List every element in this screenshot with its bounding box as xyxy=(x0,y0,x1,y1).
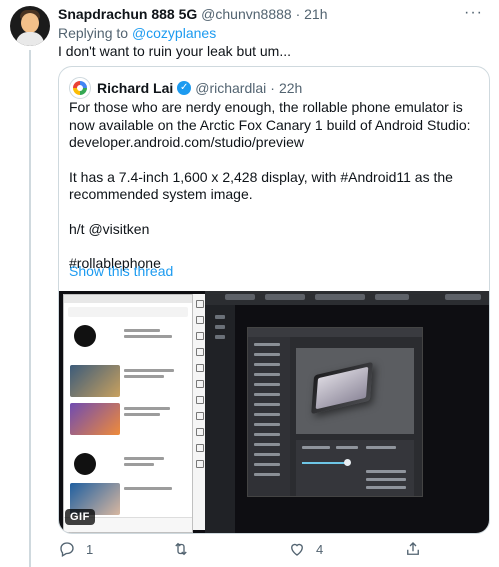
action-bar: 1 4 xyxy=(58,540,488,560)
tweet-text: I don't want to ruin your leak but um... xyxy=(58,43,292,59)
heart-icon xyxy=(291,543,303,556)
quoted-avatar xyxy=(69,77,91,99)
emulator-phone-image xyxy=(63,294,193,533)
reply-button[interactable]: 1 xyxy=(58,540,93,558)
tweet-time[interactable]: 21h xyxy=(304,6,327,22)
reply-mention-link[interactable]: @cozyplanes xyxy=(132,25,216,41)
reply-count: 1 xyxy=(86,541,94,557)
extended-controls-window-image xyxy=(247,327,423,497)
quoted-paragraph: For those who are nerdy enough, the roll… xyxy=(69,99,471,150)
quoted-author-name: Richard Lai xyxy=(97,80,174,96)
share-icon xyxy=(407,542,419,555)
author-handle[interactable]: @chunvn8888 xyxy=(201,6,292,22)
author-name[interactable]: Snapdrachun 888 5G xyxy=(58,6,197,22)
like-count: 4 xyxy=(316,541,324,557)
media-gif[interactable]: GIF xyxy=(59,291,489,533)
replying-to: Replying to @cozyplanes xyxy=(58,25,216,41)
separator: · xyxy=(295,6,301,22)
retweet-icon xyxy=(175,542,187,556)
ide-toolbar-image xyxy=(205,291,489,305)
share-button[interactable] xyxy=(404,540,422,558)
quoted-tweet-header: Richard Lai ✓ @richardlai · 22h xyxy=(69,77,302,99)
tweet-header: Snapdrachun 888 5G @chunvn8888 · 21h xyxy=(58,6,328,22)
retweet-button[interactable] xyxy=(172,540,200,558)
quoted-author-handle: @richardlai xyxy=(195,80,267,96)
verified-badge-icon: ✓ xyxy=(177,81,192,95)
more-options-icon[interactable]: ··· xyxy=(464,4,483,22)
separator: · xyxy=(270,80,275,96)
emulator-controls-image xyxy=(193,294,205,530)
gif-badge: GIF xyxy=(65,509,95,525)
quoted-paragraph: h/t @visitken xyxy=(69,220,150,237)
reply-icon xyxy=(60,542,74,557)
replying-to-label: Replying to xyxy=(58,25,129,41)
like-button[interactable]: 4 xyxy=(288,540,323,558)
quoted-tweet[interactable]: Richard Lai ✓ @richardlai · 22h For thos… xyxy=(58,66,490,534)
quoted-tweet-time: 22h xyxy=(278,80,303,96)
ide-side-panel-image xyxy=(205,305,235,533)
quoted-tweet-body: For those who are nerdy enough, the roll… xyxy=(69,99,481,273)
show-thread-link[interactable]: Show this thread xyxy=(69,263,173,279)
thread-line xyxy=(29,50,31,567)
quoted-paragraph: It has a 7.4-inch 1,600 x 2,428 display,… xyxy=(69,168,453,203)
avatar[interactable] xyxy=(10,6,50,46)
